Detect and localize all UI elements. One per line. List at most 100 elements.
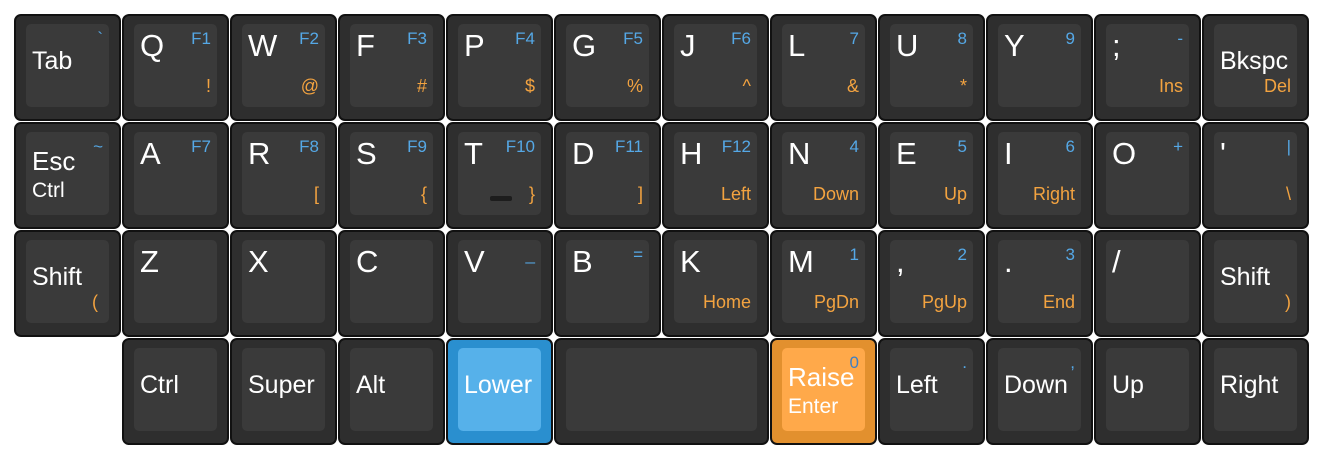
lower-layer-legend: F8 <box>299 137 319 156</box>
raise-layer-legend: Home <box>702 292 751 312</box>
key-legend: G <box>572 28 597 63</box>
key-esc[interactable]: Esc Ctrl ~ <box>14 122 121 229</box>
key-lower[interactable]: Lower <box>446 338 553 445</box>
key-h[interactable]: H F12 Left <box>662 122 769 229</box>
key-legend: J <box>680 28 696 63</box>
key-legend: Raise <box>788 362 855 392</box>
lower-layer-legend: 5 <box>957 137 967 156</box>
key-legend: / <box>1112 244 1121 279</box>
key-space[interactable] <box>554 338 769 445</box>
key-u[interactable]: U 8 * <box>878 14 985 121</box>
key-legend: Super <box>248 371 315 399</box>
key-i[interactable]: I 6 Right <box>986 122 1093 229</box>
raise-layer-legend: PgUp <box>921 292 967 312</box>
key-o[interactable]: O + <box>1094 122 1201 229</box>
keycap-top <box>566 348 757 431</box>
key-legend: W <box>248 28 278 63</box>
key-legend: X <box>248 244 269 279</box>
raise-layer-legend: Del <box>1263 76 1291 96</box>
lower-layer-legend: 7 <box>849 29 859 48</box>
key-legend: K <box>680 244 701 279</box>
key-legend: Q <box>140 28 165 63</box>
key-alt[interactable]: Alt <box>338 338 445 445</box>
lower-layer-legend: 6 <box>1065 137 1075 156</box>
homing-bump <box>490 196 512 201</box>
key-x[interactable]: X <box>230 230 337 337</box>
key-super[interactable]: Super <box>230 338 337 445</box>
key-j[interactable]: J F6 ^ <box>662 14 769 121</box>
key-legend: Down <box>1004 371 1068 399</box>
key-legend: Shift <box>1220 263 1271 291</box>
key-legend: V <box>464 244 485 279</box>
key-down[interactable]: Down, <box>986 338 1093 445</box>
key-comma[interactable]: , 2 PgUp <box>878 230 985 337</box>
raise-layer-legend: & <box>846 76 859 96</box>
key-z[interactable]: Z <box>122 230 229 337</box>
key-f[interactable]: F F3 # <box>338 14 445 121</box>
lower-layer-legend: 8 <box>957 29 967 48</box>
lower-layer-legend: F6 <box>731 29 751 48</box>
raise-layer-legend: # <box>416 76 427 96</box>
lower-layer-legend: | <box>1286 137 1291 156</box>
key-legend: Lower <box>464 371 533 399</box>
key-w[interactable]: W F2 @ <box>230 14 337 121</box>
lower-layer-legend: 3 <box>1065 245 1075 264</box>
key-legend: Tab <box>32 47 73 75</box>
key-s[interactable]: S F9 { <box>338 122 445 229</box>
key-g[interactable]: G F5% <box>554 14 661 121</box>
raise-layer-legend: ^ <box>742 76 751 96</box>
lower-layer-legend: + <box>1173 137 1183 156</box>
lower-layer-legend: 2 <box>957 245 967 264</box>
key-bkspc[interactable]: Bkspc Del <box>1202 14 1309 121</box>
key-k[interactable]: K Home <box>662 230 769 337</box>
raise-layer-legend: ! <box>205 76 211 96</box>
lower-layer-legend: ~ <box>93 137 103 156</box>
key-raise[interactable]: Raise Enter 0 <box>770 338 877 445</box>
key-legend: Shift <box>32 263 83 291</box>
key-c[interactable]: C <box>338 230 445 337</box>
key-right[interactable]: Right <box>1202 338 1309 445</box>
key-n[interactable]: N 4 Down <box>770 122 877 229</box>
lower-layer-legend: 0 <box>849 353 859 372</box>
lower-layer-legend: , <box>1070 353 1075 372</box>
key-legend: Esc <box>32 146 76 176</box>
key-p[interactable]: P F4 $ <box>446 14 553 121</box>
key-m[interactable]: M 1 PgDn <box>770 230 877 337</box>
raise-layer-legend: Up <box>943 184 967 204</box>
key-left[interactable]: Left. <box>878 338 985 445</box>
key-l[interactable]: L 7 & <box>770 14 877 121</box>
key-legend: I <box>1004 136 1013 171</box>
key-t[interactable]: T F10} <box>446 122 553 229</box>
lower-layer-legend: 9 <box>1065 29 1075 48</box>
key-v[interactable]: V _ <box>446 230 553 337</box>
key-tab[interactable]: Tab ` <box>14 14 121 121</box>
key-e[interactable]: E 5 Up <box>878 122 985 229</box>
raise-layer-legend: Down <box>812 184 859 204</box>
lower-layer-legend: F10 <box>505 137 535 156</box>
lower-layer-legend: F11 <box>614 137 643 156</box>
key-semicolon[interactable]: ; - Ins <box>1094 14 1201 121</box>
key-b[interactable]: B = <box>554 230 661 337</box>
raise-layer-legend: % <box>626 76 643 96</box>
key-legend: T <box>464 136 483 171</box>
key-shift-right[interactable]: Shift) <box>1202 230 1309 337</box>
key-period[interactable]: . 3 End <box>986 230 1093 337</box>
key-q[interactable]: Q F1! <box>122 14 229 121</box>
key-r[interactable]: R F8 [ <box>230 122 337 229</box>
key-slash[interactable]: / <box>1094 230 1201 337</box>
key-d[interactable]: D F11] <box>554 122 661 229</box>
lower-layer-legend: 4 <box>849 137 859 156</box>
key-a[interactable]: A F7 <box>122 122 229 229</box>
key-shift-left[interactable]: Shift ( <box>14 230 121 337</box>
lower-layer-legend: _ <box>525 245 535 264</box>
key-quote[interactable]: ' | \ <box>1202 122 1309 229</box>
lower-layer-legend: F4 <box>515 29 535 48</box>
raise-layer-legend: * <box>959 76 967 96</box>
lower-layer-legend: F1 <box>191 29 211 48</box>
key-y[interactable]: Y9 <box>986 14 1093 121</box>
raise-layer-legend: PgDn <box>813 292 859 312</box>
raise-layer-legend: } <box>528 184 535 204</box>
raise-layer-legend: @ <box>300 76 319 96</box>
key-up[interactable]: Up <box>1094 338 1201 445</box>
key-ctrl[interactable]: Ctrl <box>122 338 229 445</box>
